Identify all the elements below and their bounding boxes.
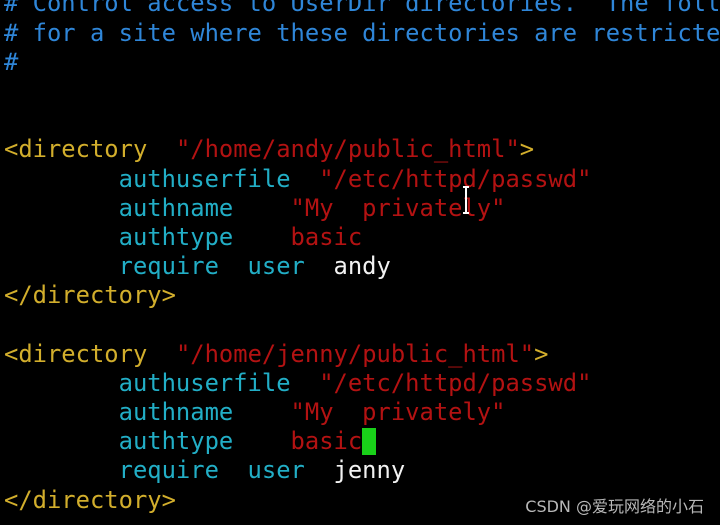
code-token-keyword: require user	[4, 252, 334, 281]
code-token-keyword: authname	[4, 398, 291, 427]
code-line: authuserfile "/etc/httpd/passwd"	[4, 165, 720, 194]
code-token-tag: >	[534, 339, 549, 368]
code-line: <directory "/home/jenny/public_html">	[4, 340, 720, 369]
code-token-comment: #	[4, 47, 19, 76]
code-token-keyword: authuserfile	[4, 368, 320, 397]
code-token-keyword: authname	[4, 193, 291, 222]
code-line: authuserfile "/etc/httpd/passwd"	[4, 369, 720, 398]
code-line: # Control access to UserDir directories.…	[4, 0, 720, 19]
code-token-tag: </directory>	[4, 281, 176, 310]
code-line: authtype basic	[4, 223, 720, 252]
code-token-tag: <directory	[4, 339, 176, 368]
code-line: </directory>	[4, 281, 720, 310]
code-token-string: basic	[290, 427, 363, 456]
code-token-string: "My privately"	[290, 398, 506, 427]
code-token-tag: >	[519, 135, 535, 164]
text-cursor	[362, 428, 377, 456]
code-token-comment: # for a site where these directories are…	[4, 18, 720, 47]
code-line: require user jenny	[4, 456, 720, 485]
code-token-comment: # Control access to UserDir directories.…	[4, 0, 720, 18]
code-line: # for a site where these directories are…	[4, 19, 720, 48]
code-token-tag: <directory	[4, 135, 176, 164]
code-token-string: "My privately"	[290, 193, 506, 222]
code-token-string: "/home/jenny/public_html"	[175, 339, 535, 368]
code-token-string: "/home/andy/public_html"	[175, 135, 520, 164]
code-token-string: "/etc/httpd/passwd"	[319, 164, 592, 193]
code-line: #	[4, 48, 720, 77]
code-line: authname "My privately"	[4, 398, 720, 427]
code-line: authtype basic	[4, 427, 720, 456]
code-token-keyword: authtype	[4, 222, 291, 251]
code-line: authname "My privately"	[4, 194, 720, 223]
code-token-keyword: authuserfile	[4, 164, 320, 193]
code-line: require user andy	[4, 252, 720, 281]
vim-editor[interactable]: # Control access to UserDir directories.…	[4, 0, 720, 515]
code-token-keyword: authtype	[4, 427, 291, 456]
code-line: <directory "/home/andy/public_html">	[4, 135, 720, 164]
code-token-string: "/etc/httpd/passwd"	[319, 368, 592, 397]
code-token-plain: jenny	[333, 456, 406, 485]
i-beam-cursor-icon	[463, 186, 469, 214]
code-token-plain: andy	[333, 252, 391, 281]
code-token-tag: </directory>	[4, 485, 176, 514]
code-token-string: basic	[290, 222, 363, 251]
watermark: CSDN @爱玩网络的小石	[525, 497, 704, 516]
code-token-keyword: require user	[4, 456, 334, 485]
